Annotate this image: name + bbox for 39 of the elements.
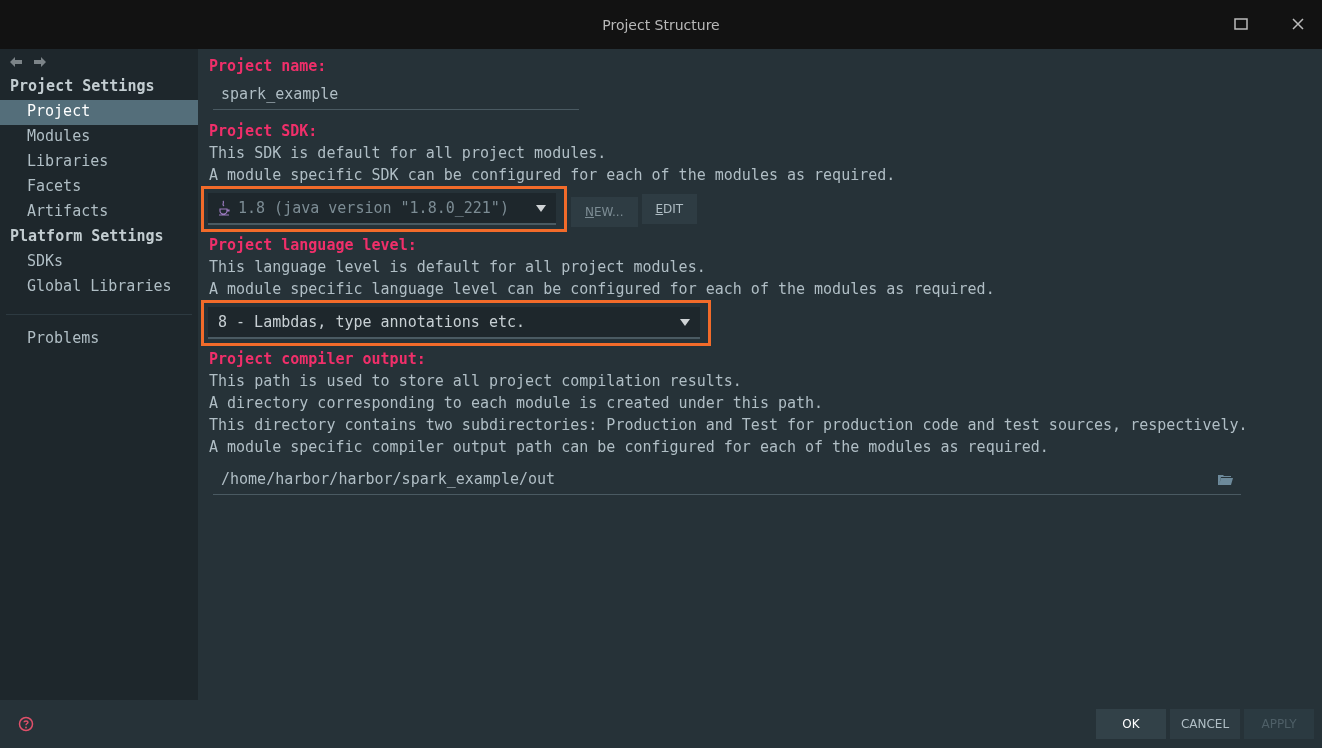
folder-icon[interactable] <box>1218 473 1233 485</box>
sdk-dropdown[interactable]: 1.8 (java version "1.8.0_221") <box>208 193 556 225</box>
sidebar-item[interactable]: Libraries <box>0 150 198 175</box>
sidebar-item[interactable]: SDKs <box>0 250 198 275</box>
language-level-dropdown[interactable]: 8 - Lambdas, type annotations etc. <box>208 307 700 339</box>
sidebar-item[interactable]: Artifacts <box>0 200 198 225</box>
sidebar-item[interactable]: Modules <box>0 125 198 150</box>
dialog-button[interactable]: CANCEL <box>1170 709 1240 739</box>
sidebar-section-title: Project Settings <box>9 76 156 97</box>
description-text: A module specific language level can be configured for each of the modules as required. <box>209 279 996 300</box>
output-path-field[interactable]: /home/harbor/harbor/spark_example/out <box>213 464 1241 495</box>
description-text: This language level is default for all project modules. <box>209 257 707 278</box>
coffee-cup-icon <box>218 200 230 216</box>
description-text: This directory contains two subdirectories: Production and Test for production code and test sources, respectively. <box>209 415 1249 436</box>
field-label: Project language level: <box>209 235 418 256</box>
description-text: This path is used to store all project compilation results. <box>209 371 743 392</box>
description-text: A module specific compiler output path can be configured for each of the modules as required. <box>209 437 1050 458</box>
help-icon[interactable] <box>18 716 34 732</box>
back-arrow-icon[interactable] <box>10 57 22 67</box>
description-text: A module specific SDK can be configured for each of the modules as required. <box>209 165 897 186</box>
forward-arrow-icon[interactable] <box>34 57 46 67</box>
sidebar-item[interactable]: Problems <box>0 327 198 352</box>
description-text: This SDK is default for all project modules. <box>209 143 608 164</box>
dialog-button[interactable]: OK <box>1096 709 1166 739</box>
description-text: A directory corresponding to each module is created under this path. <box>209 393 825 414</box>
sidebar-item[interactable]: Global Libraries <box>0 275 198 300</box>
maximize-icon[interactable] <box>1234 18 1248 30</box>
window-title: Project Structure <box>602 16 720 33</box>
sidebar-item[interactable]: Project <box>0 100 198 125</box>
field-label: Project compiler output: <box>209 349 427 370</box>
sdk-button[interactable]: EDIT <box>641 194 698 224</box>
dropdown-arrow-icon <box>536 204 546 212</box>
sidebar-section-title: Platform Settings <box>9 226 165 247</box>
sidebar-item[interactable]: Facets <box>0 175 198 200</box>
project-name-field[interactable]: spark_example <box>213 79 579 110</box>
close-icon[interactable] <box>1292 18 1304 30</box>
field-label: Project name: <box>209 56 328 77</box>
field-label: Project SDK: <box>209 121 319 142</box>
dropdown-arrow-icon <box>680 318 690 326</box>
